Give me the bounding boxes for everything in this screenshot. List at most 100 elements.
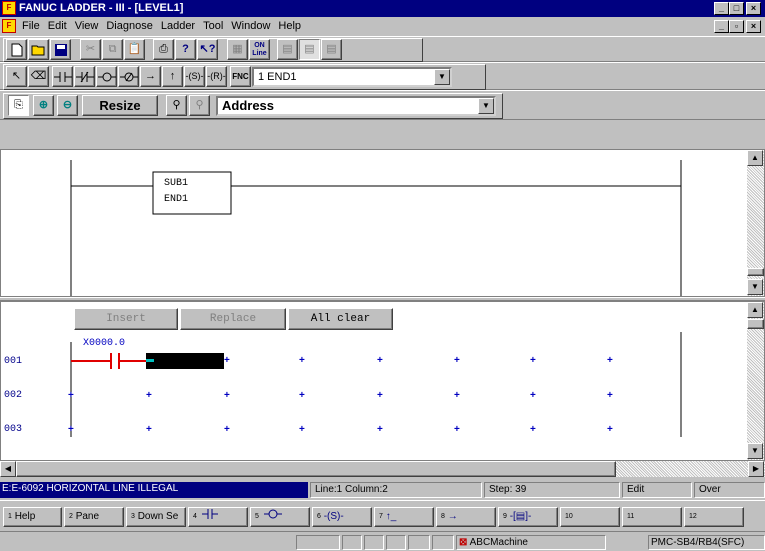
grid-point[interactable]: + [224,390,230,401]
view2-icon[interactable]: ▤ [299,39,320,60]
new-icon[interactable] [6,39,27,60]
open-icon[interactable] [28,39,49,60]
grid-point[interactable]: + [607,424,613,435]
function-combo[interactable]: 1 END1 ▼ [252,67,452,87]
f10-button[interactable]: 10 [560,507,620,527]
ladder-edit-pane[interactable]: Insert Replace All clear 001 002 003 X00… [0,301,765,461]
view3-icon[interactable]: ▤ [321,39,342,60]
app-icon[interactable]: F [2,1,16,15]
nc-contact-icon[interactable] [74,66,95,87]
grid-point[interactable]: + [530,390,536,401]
scroll-left-icon[interactable]: ◀ [0,461,16,477]
cut-icon[interactable]: ✂ [80,39,101,60]
f2-pane-button[interactable]: 2 Pane [64,507,124,527]
grid-point[interactable]: + [146,390,152,401]
horizontal-scrollbar[interactable]: ◀ ▶ [0,461,765,477]
fnc-label[interactable]: FNC [230,66,251,87]
close-button[interactable]: × [746,2,761,15]
scroll-thumb[interactable] [747,319,764,329]
f6-set-coil-button[interactable]: 6 -(S)- [312,507,372,527]
zoom-out-icon[interactable]: ⊖ [57,95,78,116]
fkey-number: 3 [131,513,135,520]
doc-close-button[interactable]: × [746,20,761,33]
doc-icon[interactable]: F [2,19,16,33]
menu-window[interactable]: Window [227,18,274,34]
ladder-view-pane[interactable]: SUB1 END1 ▲ ▼ [0,149,765,297]
binoculars-icon[interactable]: ⚲ [166,95,187,116]
eraser-icon[interactable]: ⌫ [28,66,49,87]
f7-vertical-line-button[interactable]: 7 ↑_ [374,507,434,527]
grid-point[interactable]: + [530,355,536,366]
horizontal-line-icon[interactable]: → [140,66,161,87]
grid-point[interactable]: + [607,390,613,401]
grid-point[interactable]: + [377,424,383,435]
menu-diagnose[interactable]: Diagnose [102,18,156,34]
grid-point[interactable]: + [530,424,536,435]
grid-point[interactable]: + [454,390,460,401]
f1-help-button[interactable]: 1 Help [3,507,62,527]
zoom-in-icon[interactable]: ⊕ [33,95,54,116]
scroll-down-icon[interactable]: ▼ [747,279,763,295]
f11-button[interactable]: 11 [622,507,682,527]
grid-point[interactable]: + [454,355,460,366]
print-icon[interactable]: ⎙ [153,39,174,60]
monitor-icon[interactable]: ▦ [227,39,248,60]
grid-point[interactable]: + [224,424,230,435]
context-help-icon[interactable]: ↖? [197,39,218,60]
scroll-thumb[interactable] [747,268,764,276]
grid-point[interactable]: + [68,424,74,435]
f8-horizontal-line-button[interactable]: 8 → [436,507,496,527]
paste-icon[interactable]: 📋 [124,39,145,60]
scroll-thumb[interactable] [16,461,616,477]
vertical-line-icon[interactable]: ↑ [162,66,183,87]
save-icon[interactable] [50,39,71,60]
menu-edit[interactable]: Edit [44,18,71,34]
scroll-up-icon[interactable]: ▲ [747,302,763,318]
grid-point[interactable]: + [454,424,460,435]
find-next-icon[interactable]: ⚲ [189,95,210,116]
f9-function-button[interactable]: 9 -[▤]- [498,507,558,527]
doc-minimize-button[interactable]: _ [714,20,729,33]
grid-point[interactable]: + [377,355,383,366]
view1-icon[interactable]: ▤ [277,39,298,60]
menu-tool[interactable]: Tool [199,18,227,34]
coil-icon[interactable] [96,66,117,87]
grid-point[interactable]: + [377,390,383,401]
online-icon[interactable]: ON Line [249,39,270,60]
scroll-down-icon[interactable]: ▼ [747,443,763,459]
menu-ladder[interactable]: Ladder [157,18,199,34]
set-coil-icon[interactable]: -(S)- [184,66,205,87]
menu-file[interactable]: File [18,18,44,34]
grid-point[interactable]: + [299,390,305,401]
nc-coil-icon[interactable] [118,66,139,87]
minimize-button[interactable]: _ [714,2,729,15]
scroll-right-icon[interactable]: ▶ [748,461,764,477]
no-contact-icon[interactable] [52,66,73,87]
f5-coil-button[interactable]: 5 [250,507,310,527]
chevron-down-icon[interactable]: ▼ [434,69,450,85]
top-vertical-scrollbar[interactable]: ▲ ▼ [747,150,764,296]
f4-contact-button[interactable]: 4 [188,507,248,527]
grid-point[interactable]: + [299,424,305,435]
doc-restore-button[interactable]: ▫ [729,20,744,33]
resize-button[interactable]: Resize [82,95,158,116]
edit-vertical-scrollbar[interactable]: ▲ ▼ [747,302,764,460]
f12-button[interactable]: 12 [684,507,744,527]
f3-down-search-button[interactable]: 3 Down Se [126,507,186,527]
reset-coil-icon[interactable]: -(R)- [206,66,227,87]
grid-point[interactable]: + [607,355,613,366]
select-arrow-icon[interactable]: ↖ [6,66,27,87]
menu-help[interactable]: Help [274,18,305,34]
copy-icon[interactable]: ⧉ [102,39,123,60]
scroll-up-icon[interactable]: ▲ [747,150,763,166]
grid-point[interactable]: + [68,390,74,401]
grid-point[interactable]: + [146,424,152,435]
address-combo[interactable]: Address ▼ [216,96,496,116]
menu-view[interactable]: View [71,18,103,34]
grid-point[interactable]: + [299,355,305,366]
page-icon[interactable]: ⎘ [8,95,29,116]
maximize-button[interactable]: □ [729,2,744,15]
grid-point[interactable]: + [224,355,230,366]
chevron-down-icon[interactable]: ▼ [478,98,494,114]
help-icon[interactable]: ? [175,39,196,60]
